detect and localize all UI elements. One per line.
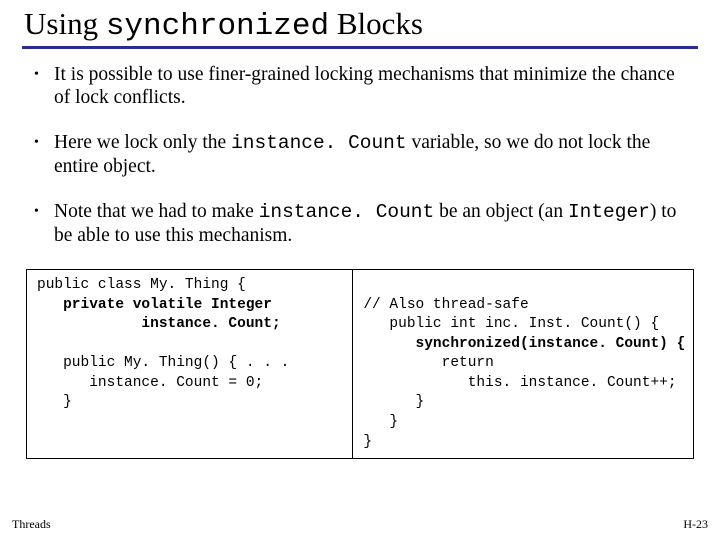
bullet-item: It is possible to use finer-grained lock… xyxy=(28,63,692,109)
bullet-text: It is possible to use finer-grained lock… xyxy=(54,64,675,108)
code-line xyxy=(37,335,342,355)
code-line: } xyxy=(363,413,683,433)
inline-code: instance. Count xyxy=(231,132,407,154)
code-line: synchronized(instance. Count) { xyxy=(363,335,683,355)
bullet-list: It is possible to use finer-grained lock… xyxy=(22,63,698,247)
code-line: } xyxy=(363,433,683,453)
slide-title: Using synchronized Blocks xyxy=(22,6,698,44)
code-line: instance. Count; xyxy=(37,315,342,335)
code-line: public class My. Thing { xyxy=(37,276,342,296)
code-line: } xyxy=(37,393,342,413)
bullet-item: Here we lock only the instance. Count va… xyxy=(28,131,692,178)
footer-left: Threads xyxy=(12,517,51,532)
inline-code: instance. Count xyxy=(259,201,435,223)
code-line: private volatile Integer xyxy=(37,296,342,316)
code-line xyxy=(363,276,683,296)
code-row: public class My. Thing { private volatil… xyxy=(26,269,694,459)
title-text-post: Blocks xyxy=(329,6,423,41)
bullet-text: Here we lock only the xyxy=(54,132,231,153)
code-line: // Also thread-safe xyxy=(363,296,683,316)
code-box-left: public class My. Thing { private volatil… xyxy=(26,269,353,459)
code-line: public My. Thing() { . . . xyxy=(37,354,342,374)
inline-code: Integer xyxy=(568,201,650,223)
bullet-item: Note that we had to make instance. Count… xyxy=(28,200,692,247)
bullet-text: Note that we had to make xyxy=(54,201,259,222)
code-line: } xyxy=(363,393,683,413)
code-box-right: // Also thread-safe public int inc. Inst… xyxy=(353,269,694,459)
slide: Using synchronized Blocks It is possible… xyxy=(0,0,720,540)
code-line: public int inc. Inst. Count() { xyxy=(363,315,683,335)
footer-right: H-23 xyxy=(683,517,708,532)
title-underline xyxy=(22,46,698,49)
title-code: synchronized xyxy=(106,9,329,44)
code-line: this. instance. Count++; xyxy=(363,374,683,394)
bullet-text: be an object (an xyxy=(434,201,568,222)
code-line: return xyxy=(363,354,683,374)
title-text-pre: Using xyxy=(24,6,106,41)
code-line: instance. Count = 0; xyxy=(37,374,342,394)
